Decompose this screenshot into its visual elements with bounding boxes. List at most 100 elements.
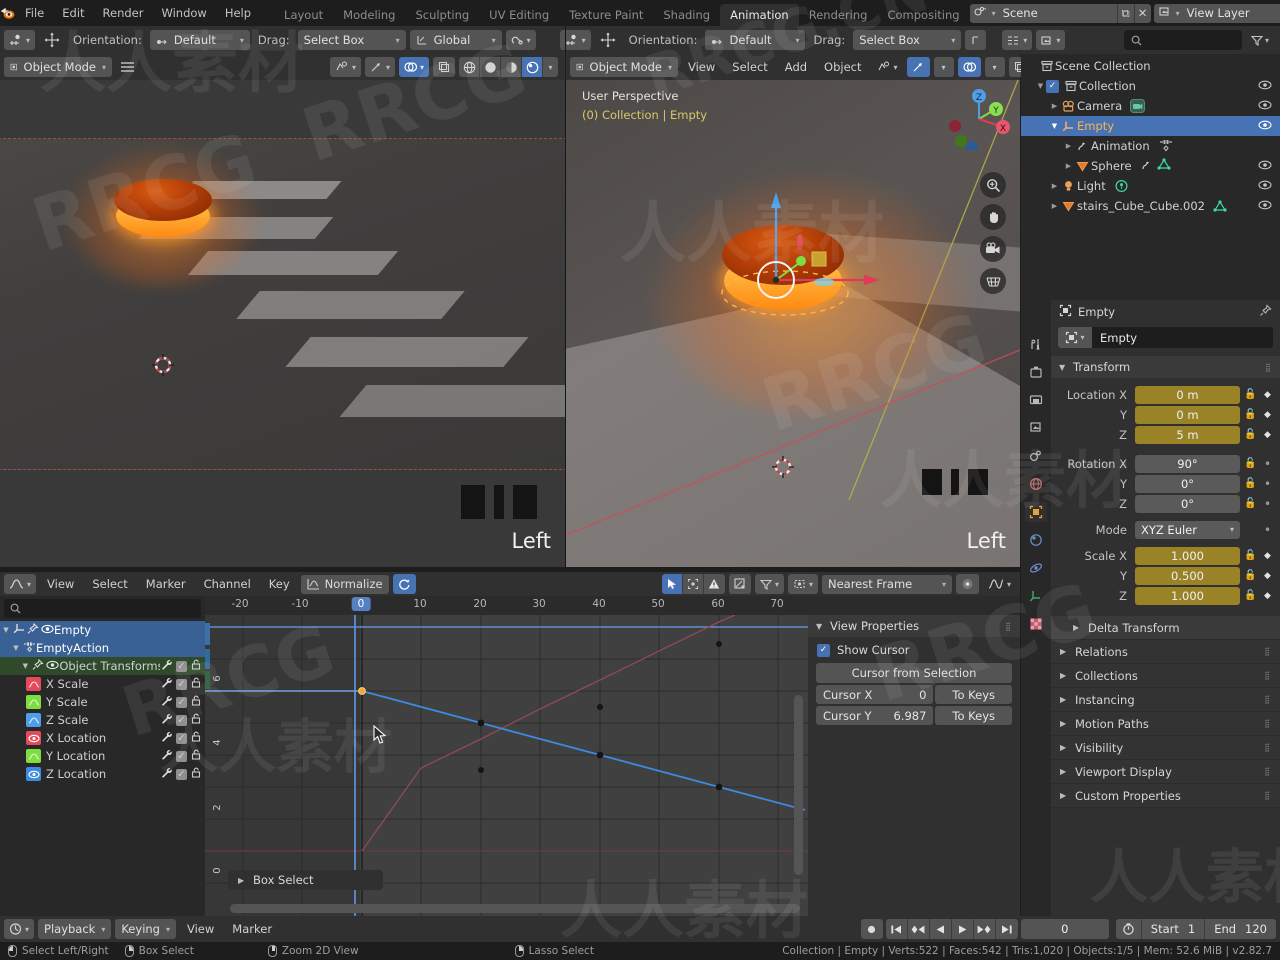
show-errors-icon[interactable] <box>703 574 725 594</box>
tab-object-icon[interactable] <box>1025 502 1047 522</box>
outliner-display-mode[interactable]: ▾ <box>1002 30 1033 50</box>
panel-viewport-display[interactable]: ▶ Viewport Display ⣿ <box>1051 760 1280 784</box>
unlink-scene-button[interactable]: ✕ <box>1133 3 1151 23</box>
cursor-select-icon[interactable] <box>661 574 683 594</box>
field-rotation-z[interactable]: Z 0° 🔓 • <box>1051 494 1274 513</box>
lock-icon[interactable]: 🔓 <box>1244 429 1257 440</box>
lock-icon[interactable]: 🔓 <box>1244 409 1257 420</box>
current-frame-indicator[interactable]: 0 <box>351 597 371 611</box>
only-selected-icon[interactable] <box>682 574 704 594</box>
transform-panel-header[interactable]: ▼ Transform ⣿ <box>1051 356 1280 378</box>
shading-solid-icon[interactable] <box>480 57 501 77</box>
panel-instancing[interactable]: ▶ Instancing ⣿ <box>1051 688 1280 712</box>
drag-select-right[interactable]: Select Box ▾ <box>853 30 962 50</box>
workspace-tab-texture-paint[interactable]: Texture Paint <box>559 4 653 26</box>
chevron-down-icon[interactable]: ▼ <box>19 662 31 670</box>
cursor-y-field[interactable]: Cursor Y 6.987 <box>816 706 934 725</box>
hamburger-menu-icon[interactable] <box>115 57 140 77</box>
only-selected-curve-keyframes-icon[interactable] <box>728 574 751 594</box>
lock-icon[interactable] <box>191 731 201 745</box>
menu-file[interactable]: File <box>16 0 53 26</box>
lock-icon[interactable]: 🔓 <box>1244 389 1257 400</box>
disclosure-stairs[interactable]: ▶ <box>1049 202 1060 210</box>
keyframe-diamond-icon[interactable]: ◆ <box>1261 571 1274 581</box>
grid-icon[interactable] <box>980 268 1006 294</box>
channel-row-empty[interactable]: ▼ Empty <box>0 621 205 639</box>
channel-enable-checkbox[interactable]: ✓ <box>176 768 187 780</box>
channel-row-emptyaction[interactable]: ▼ EmptyAction <box>0 639 205 657</box>
modifier-wrench-icon[interactable] <box>160 749 172 763</box>
viewport-menu-object[interactable]: Object <box>817 57 868 77</box>
object-name-field[interactable]: ▾ Empty <box>1058 327 1273 348</box>
keyframe-diamond-icon[interactable]: ◆ <box>1261 551 1274 561</box>
outliner-row-stairs[interactable]: ▶ stairs_Cube_Cube.002 <box>1021 196 1280 216</box>
tab-material-icon[interactable] <box>1025 614 1047 634</box>
workspace-tab-modeling[interactable]: Modeling <box>333 4 405 26</box>
outliner-row-sphere[interactable]: ▶ Sphere <box>1021 156 1280 176</box>
lock-icon[interactable]: 🔓 <box>1244 570 1257 581</box>
tab-output-icon[interactable] <box>1025 390 1047 410</box>
menu-edit[interactable]: Edit <box>53 0 93 26</box>
workspace-tab-shading[interactable]: Shading <box>653 4 720 26</box>
timeline-menu-marker[interactable]: Marker <box>225 919 279 939</box>
disclosure-animation[interactable]: ▶ <box>1063 142 1074 150</box>
viewport-right[interactable]: User Perspective (0) Collection | Empty … <box>566 80 1020 567</box>
field-value[interactable]: 0.500 <box>1135 566 1240 585</box>
outliner-row-camera[interactable]: ▶ Camera <box>1021 96 1280 116</box>
workspace-tab-animation[interactable]: Animation <box>720 4 799 26</box>
keyframe-dot-icon[interactable]: • <box>1261 523 1274 537</box>
disclosure-camera[interactable]: ▶ <box>1049 102 1060 110</box>
panel-visibility[interactable]: ▶ Visibility ⣿ <box>1051 736 1280 760</box>
chevron-down-icon[interactable]: ▼ <box>0 626 12 634</box>
proportional-edit-group[interactable] <box>661 574 725 594</box>
channel-row-y-scale[interactable]: Y Scale ✓ <box>0 693 205 711</box>
graph-menu-marker[interactable]: Marker <box>139 575 193 593</box>
overlays-toggle-icon-right[interactable] <box>957 57 981 77</box>
outliner-filter-viewlayer[interactable]: ▾ <box>1036 30 1066 50</box>
eye-icon[interactable] <box>40 624 54 637</box>
modifier-wrench-icon[interactable] <box>160 731 172 745</box>
snap-toggle-left[interactable]: ▾ <box>505 30 536 50</box>
lock-icon[interactable] <box>191 713 201 727</box>
scene-selector[interactable]: ▾ Scene ⧉ ✕ <box>969 3 1151 23</box>
play-button[interactable] <box>951 919 974 939</box>
jump-to-start-button[interactable] <box>885 919 908 939</box>
field-location-x[interactable]: Location X 0 m 🔓 ◆ <box>1051 385 1274 404</box>
lock-icon[interactable] <box>191 767 201 781</box>
use-preview-range-icon[interactable] <box>1115 919 1142 939</box>
workspace-tab-rendering[interactable]: Rendering <box>799 4 878 26</box>
active-tool-icon[interactable]: ▾ <box>4 30 36 50</box>
graph-menu-key[interactable]: Key <box>262 575 297 593</box>
keyframe-dot-icon[interactable]: • <box>1261 457 1274 471</box>
eye-icon-empty[interactable] <box>1256 120 1274 133</box>
viewport-menu-select[interactable]: Select <box>725 57 774 77</box>
tab-render-icon[interactable] <box>1025 362 1047 382</box>
lock-icon[interactable] <box>191 695 201 709</box>
menu-help[interactable]: Help <box>216 0 260 26</box>
panel-motion-paths[interactable]: ▶ Motion Paths ⣿ <box>1051 712 1280 736</box>
viewport-menu-view[interactable]: View <box>681 57 722 77</box>
channel-enable-checkbox[interactable]: ✓ <box>176 660 187 672</box>
mode-select-left[interactable]: Object Mode ▾ <box>4 57 112 77</box>
keyframe-diamond-icon[interactable]: ◆ <box>1261 410 1274 420</box>
panel-delta-transform[interactable]: ▶ Delta Transform <box>1051 616 1280 640</box>
modifier-wrench-icon[interactable] <box>160 659 172 673</box>
auto-keying-button[interactable] <box>860 919 883 939</box>
gizmo-toggle-icon[interactable]: ▾ <box>364 57 395 77</box>
channel-enable-checkbox[interactable]: ✓ <box>176 678 187 690</box>
pin-icon[interactable] <box>1259 304 1272 320</box>
shading-mode-group[interactable]: ▾ <box>459 57 558 77</box>
outliner-row-collection[interactable]: ▼ ✓ Collection <box>1021 76 1280 96</box>
lock-icon[interactable]: 🔓 <box>1244 458 1257 469</box>
orientation-select-left[interactable]: Default ▾ <box>149 30 250 50</box>
jump-to-end-button[interactable] <box>995 919 1018 939</box>
navigation-gizmo[interactable]: Z Y X <box>948 88 1010 150</box>
orientation-select-right[interactable]: Default ▾ <box>705 30 806 50</box>
tab-scene-icon[interactable] <box>1025 446 1047 466</box>
field-value[interactable]: 0 m <box>1135 405 1240 424</box>
mode-select-right[interactable]: Object Mode ▾ <box>570 57 678 77</box>
overlays-dropdown-right[interactable]: ▾ <box>984 57 1005 77</box>
field-value[interactable]: 1.000 <box>1135 586 1240 605</box>
vertical-scrollbar[interactable] <box>794 695 803 875</box>
play-reverse-button[interactable] <box>929 919 952 939</box>
